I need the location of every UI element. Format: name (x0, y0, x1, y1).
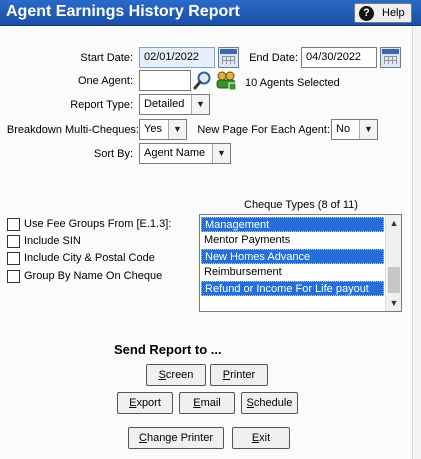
agents-group-icon[interactable] (215, 70, 237, 91)
schedule-button-mnemonic: S (246, 397, 254, 409)
change-printer-button-mnemonic: C (139, 432, 147, 444)
search-icon[interactable] (193, 70, 213, 91)
exit-button[interactable]: Exit (232, 427, 290, 449)
screen-button[interactable]: Screen (146, 364, 206, 386)
one-agent-label: One Agent: (77, 75, 133, 87)
change-printer-button-label: hange Printer (146, 432, 213, 444)
sort-by-select[interactable]: Agent Name ▼ (139, 143, 231, 164)
start-date-label: Start Date: (80, 52, 133, 64)
exit-button-label: xit (259, 432, 271, 444)
screen-button-mnemonic: S (158, 369, 166, 381)
chevron-down-icon: ▼ (212, 144, 230, 163)
report-type-select[interactable]: Detailed ▼ (139, 94, 210, 115)
sort-by-label: Sort By: (93, 148, 133, 160)
email-button[interactable]: Email (179, 392, 235, 414)
printer-button-label: rinter (230, 369, 256, 381)
scroll-up-icon[interactable]: ▲ (386, 215, 401, 231)
scroll-down-icon[interactable]: ▼ (386, 295, 401, 311)
breakdown-multi-cheques-label: Breakdown Multi-Cheques: (6, 124, 139, 136)
include-city-postal-label: Include City & Postal Code (24, 252, 155, 264)
breakdown-multi-cheques-select[interactable]: Yes ▼ (139, 119, 187, 140)
cheque-types-scrollbar[interactable]: ▲ ▼ (385, 215, 401, 311)
group-by-name-label: Group By Name On Cheque (24, 270, 163, 282)
use-fee-groups-label: Use Fee Groups From [E.1.3]: (24, 218, 172, 230)
scroll-thumb[interactable] (388, 267, 400, 293)
cheque-types-title: Cheque Types (8 of 11) (244, 199, 358, 211)
use-fee-groups-checkbox[interactable] (7, 218, 20, 231)
window-right-edge (412, 26, 421, 459)
chevron-down-icon: ▼ (168, 120, 186, 139)
change-printer-button[interactable]: Change Printer (128, 427, 224, 449)
export-button-label: xport (136, 397, 161, 409)
report-type-value: Detailed (144, 98, 185, 110)
include-city-postal-checkbox[interactable] (7, 252, 20, 265)
export-button[interactable]: Export (117, 392, 173, 414)
printer-button[interactable]: Printer (210, 364, 268, 386)
new-page-each-agent-select[interactable]: No ▼ (331, 119, 378, 140)
list-item[interactable]: Reimbursement (201, 265, 384, 280)
title-bar: Agent Earnings History Report ? Help (0, 0, 421, 26)
new-page-each-agent-value: No (336, 123, 351, 135)
include-sin-label: Include SIN (24, 235, 81, 247)
email-button-label: mail (200, 397, 221, 409)
schedule-button[interactable]: Schedule (241, 392, 298, 414)
new-page-each-agent-label: New Page For Each Agent: (197, 124, 330, 136)
help-icon: ? (359, 6, 374, 21)
end-date-field[interactable]: 04/30/2022 (301, 47, 377, 68)
list-item[interactable]: Mentor Payments (201, 233, 384, 248)
help-button-label: Help (382, 7, 405, 19)
breakdown-multi-cheques-value: Yes (144, 123, 162, 135)
report-type-label: Report Type: (70, 99, 133, 111)
end-date-calendar-icon[interactable] (380, 47, 401, 68)
chevron-down-icon: ▼ (191, 95, 209, 114)
list-item[interactable]: Management (201, 217, 384, 232)
send-report-title: Send Report to ... (114, 342, 222, 357)
agents-selected-text: 10 Agents Selected (245, 77, 340, 89)
start-date-field[interactable]: 02/01/2022 (139, 47, 215, 68)
help-button[interactable]: ? Help (354, 3, 412, 23)
end-date-label: End Date: (249, 52, 298, 64)
list-item[interactable]: Refund or Income For Life payout (201, 281, 384, 296)
email-button-mnemonic: E (193, 397, 201, 409)
screen-button-label: creen (165, 369, 194, 381)
schedule-button-label: chedule (253, 397, 293, 409)
include-sin-checkbox[interactable] (7, 235, 20, 248)
chevron-down-icon: ▼ (359, 120, 377, 139)
sort-by-value: Agent Name (144, 147, 206, 159)
list-item[interactable]: New Homes Advance (201, 249, 384, 264)
cheque-types-list[interactable]: Management Mentor Payments New Homes Adv… (199, 214, 402, 312)
window-title: Agent Earnings History Report (6, 3, 240, 20)
one-agent-field[interactable] (139, 70, 191, 91)
group-by-name-checkbox[interactable] (7, 270, 20, 283)
